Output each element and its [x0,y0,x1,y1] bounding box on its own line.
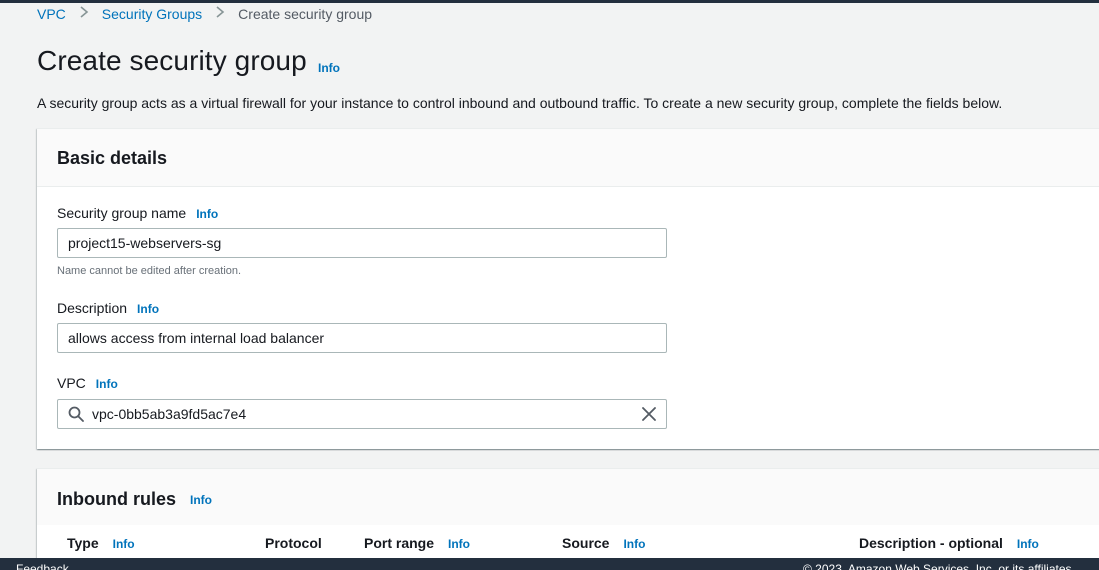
description-label: Description Info [57,300,159,316]
breadcrumb: VPC Security Groups Create security grou… [37,5,372,22]
security-group-name-label-text: Security group name [57,205,187,221]
column-description: Description - optional Info [859,535,1039,551]
chevron-right-icon [202,5,238,22]
chevron-right-icon [66,5,102,22]
inbound-rules-info-link[interactable]: Info [190,493,212,507]
column-source: Source Info [562,535,645,551]
security-group-name-info-link[interactable]: Info [196,207,218,221]
vpc-label-text: VPC [57,375,86,391]
vpc-search-input[interactable]: vpc-0bb5ab3a9fd5ac7e4 [57,399,667,429]
column-type-info-link[interactable]: Info [113,537,135,551]
description-label-text: Description [57,300,128,316]
inbound-rules-title: Inbound rules [57,489,176,509]
description-input[interactable] [57,323,667,353]
column-type-label: Type [67,535,99,551]
description-info-link[interactable]: Info [137,302,159,316]
copyright-text: © 2023, Amazon Web Services, Inc. or its… [803,562,1075,570]
column-source-info-link[interactable]: Info [623,537,645,551]
inbound-rules-header: Inbound rules Info [37,469,1099,525]
feedback-link[interactable]: Feedback [16,562,69,570]
security-group-name-label: Security group name Info [57,205,218,221]
name-constraint-text: Name cannot be edited after creation. [57,265,242,277]
column-protocol-label: Protocol [265,535,322,551]
breadcrumb-current: Create security group [238,5,373,22]
basic-details-header: Basic details [37,129,1099,187]
breadcrumb-security-groups-link[interactable]: Security Groups [102,6,202,22]
column-port-range-info-link[interactable]: Info [448,537,470,551]
column-type: Type Info [67,535,135,551]
column-port-range-label: Port range [364,535,435,551]
column-description-label: Description - optional [859,535,1003,551]
breadcrumb-vpc-link[interactable]: VPC [37,6,66,22]
vpc-info-link[interactable]: Info [96,377,118,391]
basic-details-title: Basic details [57,148,168,168]
security-group-name-input[interactable] [57,228,667,258]
page-description: A security group acts as a virtual firew… [37,95,1003,111]
column-source-label: Source [562,535,610,551]
inbound-rules-panel: Inbound rules Info Type Info Protocol Por… [37,468,1099,570]
column-port-range: Port range Info [364,535,470,551]
vpc-label: VPC Info [57,375,118,391]
column-description-info-link[interactable]: Info [1017,537,1039,551]
page-title: Create security group [37,45,307,76]
page-info-link[interactable]: Info [318,61,340,75]
basic-details-panel: Basic details Security group name Info Na… [37,128,1099,449]
close-icon[interactable] [642,407,656,421]
vpc-search-value: vpc-0bb5ab3a9fd5ac7e4 [92,406,247,422]
column-protocol: Protocol [265,535,322,551]
top-nav-bar [0,0,1099,3]
search-icon [68,406,84,422]
console-footer: Feedback © 2023, Amazon Web Services, In… [0,558,1099,570]
